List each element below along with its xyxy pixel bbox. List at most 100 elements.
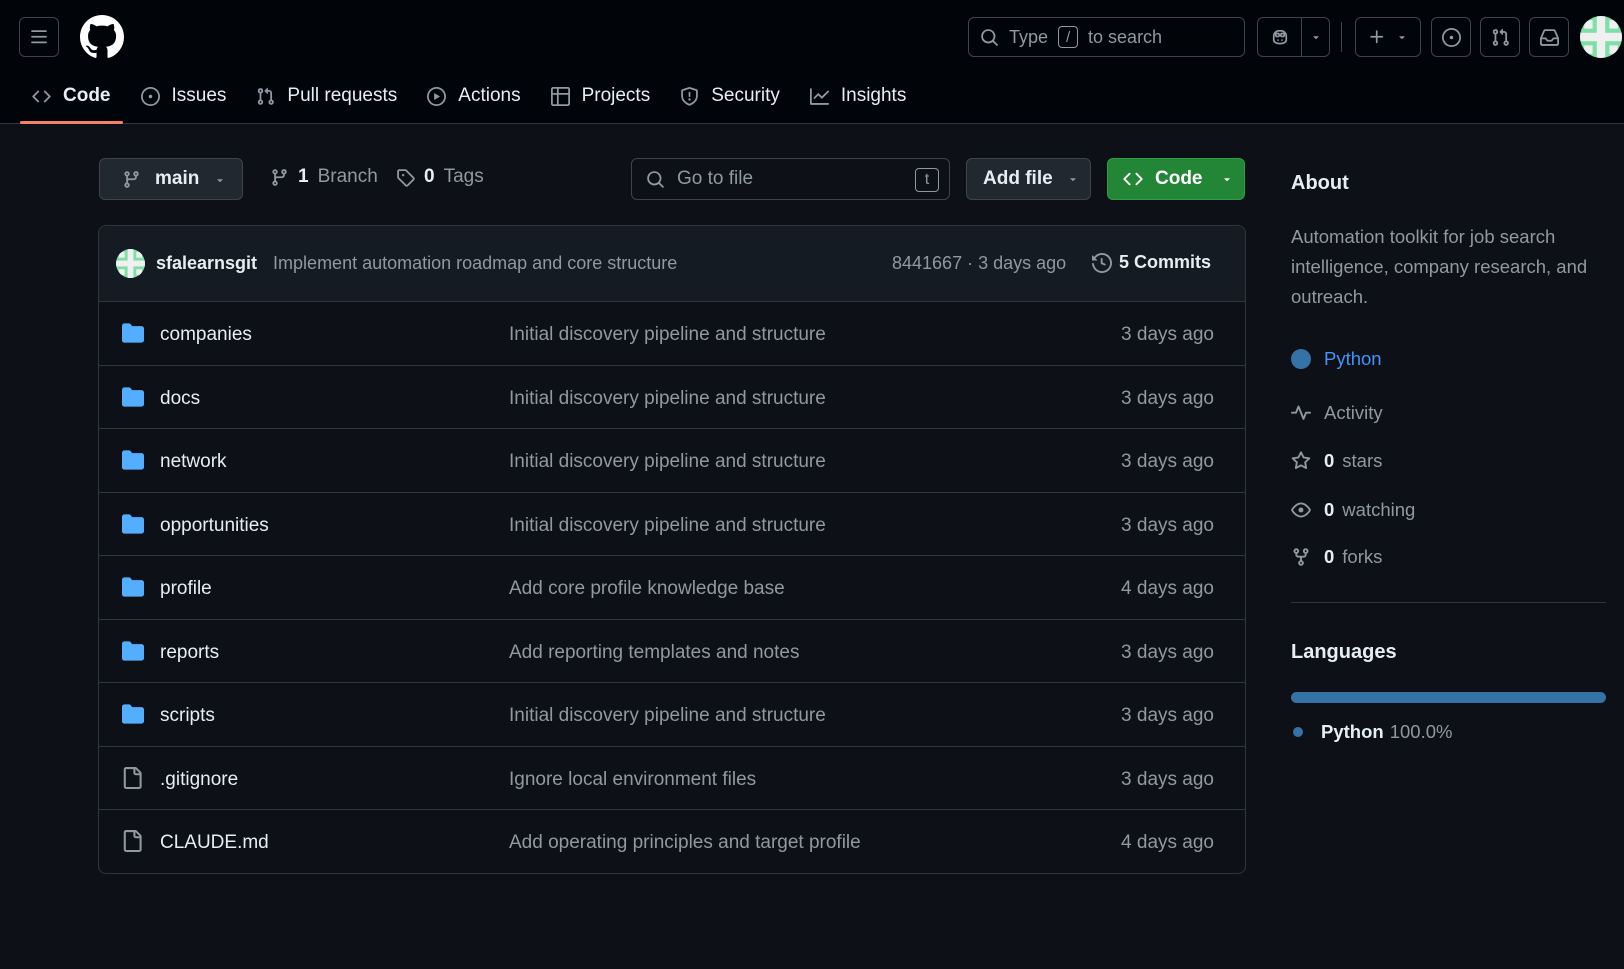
file-row[interactable]: CLAUDE.md Add operating principles and ta…: [99, 810, 1245, 873]
watching-label: watching: [1342, 499, 1416, 520]
user-avatar[interactable]: [1580, 16, 1622, 58]
file-name-link[interactable]: opportunities: [160, 515, 269, 537]
hamburger-icon: [31, 30, 47, 44]
add-file-button[interactable]: Add file: [966, 158, 1091, 200]
watching-count: 0: [1324, 499, 1335, 520]
tab-code[interactable]: Code: [20, 72, 123, 124]
file-name-link[interactable]: reports: [160, 642, 219, 664]
file-commit-message-link[interactable]: Initial discovery pipeline and structure: [509, 451, 826, 473]
folder-icon-wrap: [121, 513, 145, 535]
watchers-link[interactable]: 0 watching: [1291, 499, 1415, 521]
branch-selector-button[interactable]: main: [99, 158, 243, 200]
stars-link[interactable]: 0 stars: [1291, 450, 1382, 472]
forks-link[interactable]: 0 forks: [1291, 546, 1382, 568]
file-row[interactable]: opportunities Initial discovery pipeline …: [99, 493, 1245, 556]
file-row[interactable]: .gitignore Ignore local environment files…: [99, 747, 1245, 810]
code-dropdown-button[interactable]: Code: [1107, 158, 1245, 200]
triangle-down-icon: [217, 179, 223, 183]
tab-actions[interactable]: Actions: [415, 72, 532, 120]
python-language-dot: [1293, 727, 1303, 737]
tags-count: 0: [424, 166, 435, 187]
tab-pull-requests[interactable]: Pull requests: [244, 72, 409, 120]
table-icon: [550, 86, 570, 106]
global-search-input[interactable]: Type / to search: [968, 17, 1245, 57]
commit-author-link[interactable]: sfalearnsgit: [156, 253, 257, 274]
tab-issues[interactable]: Issues: [129, 72, 239, 120]
activity-link[interactable]: Activity: [1291, 402, 1383, 424]
file-commit-age: 3 days ago: [1121, 705, 1214, 726]
file-row[interactable]: profile Add core profile knowledge base 4 …: [99, 556, 1245, 620]
language-item-python[interactable]: Python 100.0%: [1293, 721, 1452, 743]
your-issues-button[interactable]: [1431, 17, 1471, 57]
repository-description: Automation toolkit for job search intell…: [1291, 226, 1588, 307]
file-row[interactable]: reports Add reporting templates and notes…: [99, 620, 1245, 683]
file-icon-wrap: [121, 830, 143, 852]
branches-link[interactable]: 1 Branch: [270, 166, 378, 188]
tab-security[interactable]: Security: [668, 72, 792, 120]
file-name-link[interactable]: profile: [160, 578, 212, 600]
plus-icon: [1370, 30, 1384, 44]
commit-author-avatar[interactable]: [116, 249, 145, 278]
file-name-link[interactable]: CLAUDE.md: [160, 832, 269, 854]
file-name-link[interactable]: .gitignore: [160, 769, 238, 791]
triangle-down-icon: [1223, 178, 1230, 182]
code-button-label: Code: [1155, 168, 1203, 189]
git-pull-request-icon: [258, 87, 275, 105]
tags-link[interactable]: 0 Tags: [396, 166, 484, 188]
file-commit-message-link[interactable]: Initial discovery pipeline and structure: [509, 515, 826, 537]
your-pull-requests-button[interactable]: [1480, 17, 1520, 57]
commit-sha-and-age[interactable]: 8441667 · 3 days ago: [892, 253, 1066, 274]
folder-icon-wrap: [121, 576, 145, 598]
folder-icon: [122, 513, 144, 534]
file-name-link[interactable]: network: [160, 451, 227, 473]
copilot-icon: [1272, 29, 1287, 45]
tag-icon: [397, 168, 415, 187]
forks-count: 0: [1324, 546, 1335, 567]
file-commit-message-link[interactable]: Add reporting templates and notes: [509, 642, 799, 664]
file-commit-age: 3 days ago: [1121, 768, 1214, 790]
commits-history-link[interactable]: 5 Commits: [1092, 252, 1211, 273]
search-icon: [981, 28, 998, 46]
tab-issues-label: Issues: [171, 85, 227, 106]
file-commit-message-link[interactable]: Initial discovery pipeline and structure: [509, 324, 826, 346]
python-language-dot: [1291, 349, 1311, 369]
issue-opened-icon: [140, 86, 160, 106]
file-row[interactable]: network Initial discovery pipeline and st…: [99, 429, 1245, 493]
file-name-link[interactable]: scripts: [160, 705, 215, 727]
commit-message-link[interactable]: Implement automation roadmap and core st…: [273, 253, 677, 274]
create-new-button[interactable]: [1355, 17, 1421, 57]
repo-forked-icon: [1293, 548, 1309, 566]
repository-nav: Code Issues Pull requests Actions Projec…: [20, 72, 924, 124]
language-topic-link[interactable]: Python: [1291, 348, 1382, 370]
file-commit-message-link[interactable]: Ignore local environment files: [509, 769, 756, 791]
code-icon: [32, 90, 51, 102]
languages-heading: Languages: [1291, 641, 1397, 663]
tab-insights[interactable]: Insights: [798, 72, 918, 120]
github-logo-icon[interactable]: [80, 15, 124, 59]
notifications-button[interactable]: [1529, 17, 1569, 57]
tab-projects[interactable]: Projects: [539, 72, 663, 120]
file-row[interactable]: scripts Initial discovery pipeline and st…: [99, 683, 1245, 747]
file-name-link[interactable]: docs: [160, 388, 200, 410]
tab-security-label: Security: [711, 85, 780, 106]
go-to-file-input[interactable]: Go to file t: [631, 158, 950, 200]
file-commit-message-link[interactable]: Initial discovery pipeline and structure: [509, 705, 826, 727]
file-name-link[interactable]: companies: [160, 324, 252, 346]
copilot-dropdown-button[interactable]: [1302, 18, 1329, 56]
triangle-down-icon: [1069, 178, 1076, 182]
open-menu-button[interactable]: [19, 17, 59, 57]
go-to-file-shortcut: t: [915, 168, 939, 192]
folder-icon: [122, 386, 144, 407]
global-header: Type / to search Code Issues Pull reques…: [0, 0, 1624, 124]
file-commit-message-link[interactable]: Add operating principles and target prof…: [509, 832, 861, 854]
file-commit-message-link[interactable]: Add core profile knowledge base: [509, 578, 785, 600]
file-table: sfalearnsgit Implement automation roadma…: [98, 225, 1246, 874]
file-row[interactable]: docs Initial discovery pipeline and struc…: [99, 366, 1245, 429]
file-row[interactable]: companies Initial discovery pipeline and …: [99, 302, 1245, 366]
language-topic-label: Python: [1324, 348, 1382, 369]
tab-actions-label: Actions: [458, 85, 521, 106]
copilot-button[interactable]: [1258, 18, 1302, 56]
shield-icon: [681, 86, 699, 106]
file-commit-message-link[interactable]: Initial discovery pipeline and structure: [509, 388, 826, 410]
file-commit-age: 4 days ago: [1121, 832, 1214, 853]
